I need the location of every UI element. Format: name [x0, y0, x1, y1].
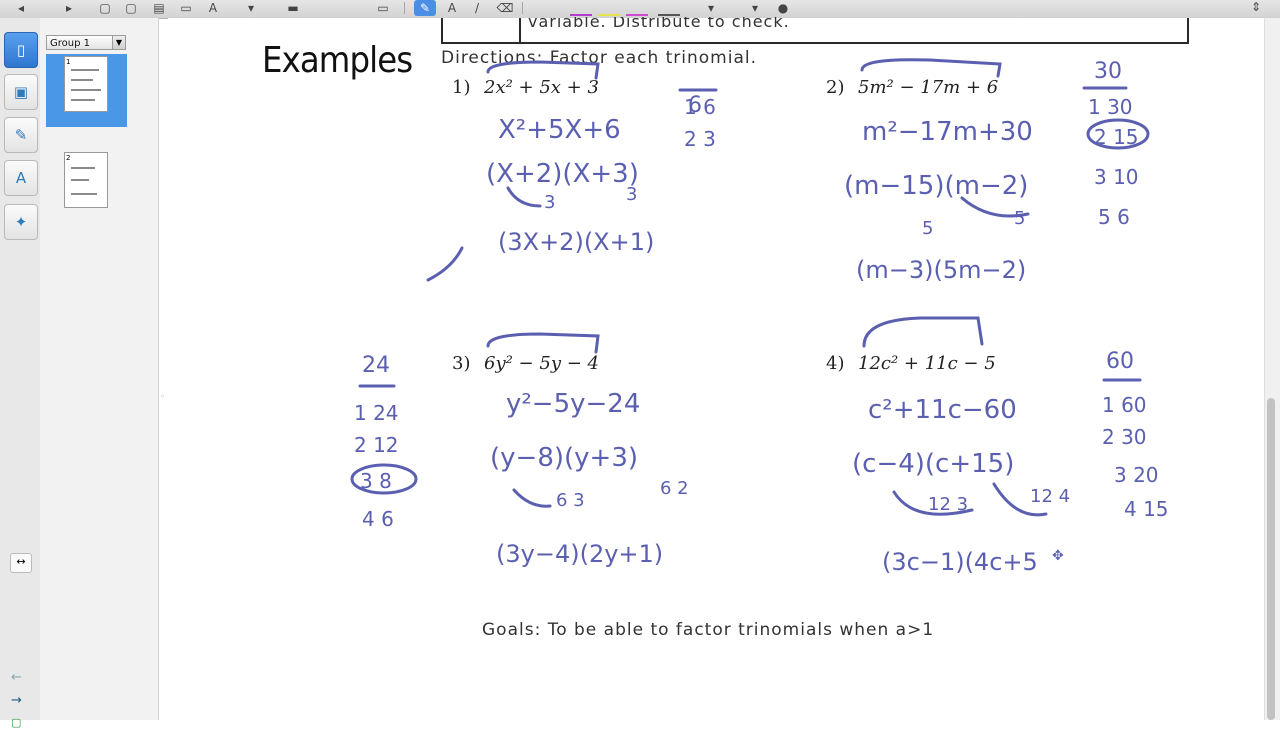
fill-icon[interactable]: ▬ [282, 0, 304, 16]
add-page-icon[interactable]: ▢ [11, 716, 21, 729]
header-box-divider [519, 18, 521, 44]
toolbar-divider [522, 2, 523, 14]
whiteboard-canvas[interactable] [168, 18, 1264, 720]
directions-text: Directions: Factor each trinomial. [441, 48, 758, 68]
goals-text: Goals: To be able to factor trinomials w… [482, 620, 935, 640]
page-sorter: Group 1 ▼ 1 2 [40, 18, 159, 720]
addons-icon[interactable]: ✦ [4, 204, 38, 240]
line-tool-icon[interactable]: / [466, 0, 488, 16]
properties-icon[interactable]: A [4, 160, 38, 196]
gallery-icon[interactable]: ▣ [4, 74, 38, 110]
pen-tool-icon[interactable]: ✎ [414, 0, 436, 16]
page-sorter-icon[interactable]: ▯ [4, 32, 38, 68]
page-number: 1 [66, 58, 71, 66]
text-tool-icon[interactable]: A [202, 0, 224, 16]
dropdown-icon[interactable]: ▾ [240, 0, 262, 16]
pen-pink-icon[interactable] [626, 2, 648, 16]
back-icon[interactable]: ◂ [10, 0, 32, 16]
forward-icon[interactable]: ▸ [58, 0, 80, 16]
page-thumbnail-2[interactable]: 2 [64, 152, 108, 208]
next-page-icon[interactable]: → [11, 693, 22, 708]
header-box-text: variable. Distribute to check. [528, 17, 790, 31]
side-tab-bar: ▯ ▣ ✎ A ✦ ↔ ← → ▢ [0, 18, 41, 729]
page-thumbnail-1[interactable]: 1 [64, 56, 108, 112]
text-icon[interactable]: A [441, 0, 463, 16]
problem-4-number: 4) [826, 353, 845, 374]
problem-2-number: 2) [826, 77, 845, 98]
problem-1-number: 1) [452, 77, 471, 98]
delete-page-icon[interactable]: ▢ [120, 0, 142, 16]
add-page-icon[interactable]: ▢ [94, 0, 116, 16]
pen-settings-icon[interactable]: ▾ [700, 0, 722, 16]
toolbar-position-icon[interactable]: ⇕ [1251, 0, 1261, 14]
screen-capture-icon[interactable]: ▭ [175, 0, 197, 16]
pen-purple-icon[interactable] [570, 2, 592, 16]
problem-1-expression: 2x² + 5x + 3 [484, 77, 599, 98]
problem-4-expression: 12c² + 11c − 5 [858, 353, 996, 374]
properties-icon[interactable]: ● [772, 0, 794, 16]
pen-black-icon[interactable] [658, 2, 680, 16]
toolbar-divider [404, 2, 405, 14]
problem-2-expression: 5m² − 17m + 6 [858, 77, 999, 98]
page-title: Examples [262, 40, 413, 81]
problem-3-number: 3) [452, 353, 471, 374]
eraser-icon[interactable]: ⌫ [494, 0, 516, 16]
expand-panel-icon[interactable]: ↔ [10, 553, 32, 573]
scrollbar-thumb[interactable] [1267, 398, 1275, 720]
page-number: 2 [66, 154, 71, 162]
save-icon[interactable]: ▤ [148, 0, 170, 16]
attachments-icon[interactable]: ✎ [4, 117, 38, 153]
previous-page-icon[interactable]: ← [11, 670, 22, 685]
pen-yellow-icon[interactable] [598, 2, 620, 16]
panel-splitter[interactable]: ◦ [160, 392, 165, 401]
view-icon[interactable]: ▭ [372, 0, 394, 16]
problem-3-expression: 6y² − 5y − 4 [484, 353, 599, 374]
chevron-down-icon[interactable]: ▼ [112, 35, 126, 50]
tool-dropdown-icon[interactable]: ▾ [744, 0, 766, 16]
